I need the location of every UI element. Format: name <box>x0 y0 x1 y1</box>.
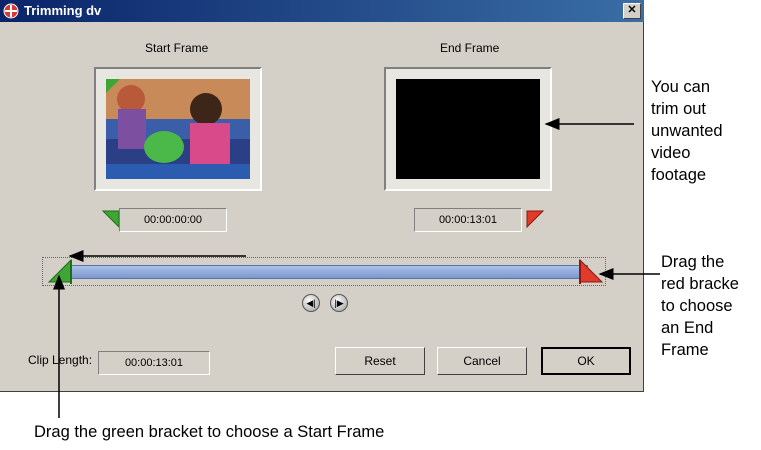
annotation-arrows <box>53 118 660 418</box>
